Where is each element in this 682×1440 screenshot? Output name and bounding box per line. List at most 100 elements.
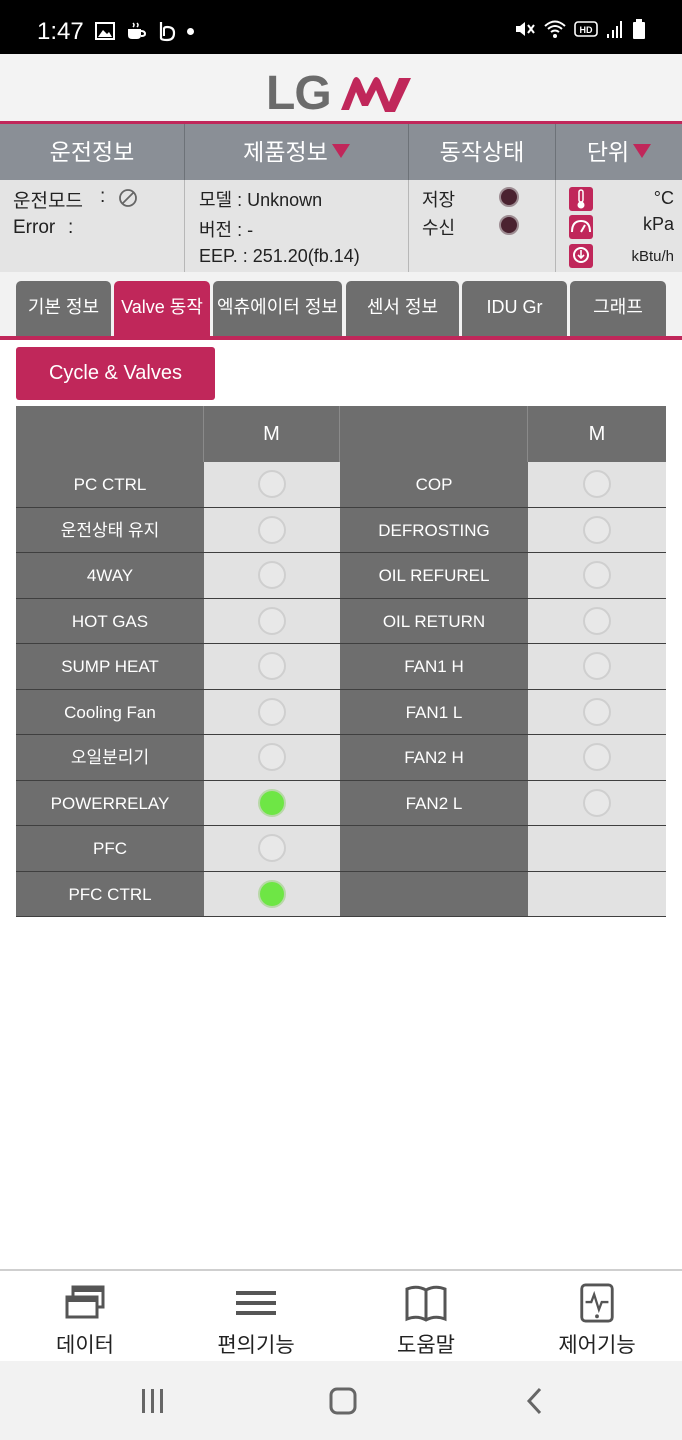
status-time: 1:47 bbox=[37, 18, 84, 45]
valve-status-cell bbox=[528, 462, 666, 507]
table-row: PC CTRL COP bbox=[16, 462, 666, 508]
battery-icon bbox=[633, 19, 645, 39]
tab-actuator-info[interactable]: 엑츄에이터 정보 bbox=[213, 281, 342, 336]
nav-convenience[interactable]: 편의기능 bbox=[196, 1283, 316, 1359]
status-bar: 1:47 HD bbox=[0, 0, 682, 54]
valve-status-cell bbox=[528, 644, 666, 689]
model-text: 모델 : Unknown bbox=[199, 190, 323, 210]
units-cell: °C kPa kBtu/h bbox=[556, 180, 682, 272]
tab-idu-group[interactable]: IDU Gr bbox=[462, 281, 567, 336]
table-row: 운전상태 유지 DEFROSTING bbox=[16, 507, 666, 553]
cycle-valves-button[interactable]: Cycle & Valves bbox=[16, 347, 215, 400]
valve-label-cell: COP bbox=[340, 462, 528, 507]
system-navigation-bar bbox=[0, 1361, 682, 1440]
table-row: HOT GAS OIL RETURN bbox=[16, 598, 666, 644]
valve-led-off bbox=[258, 515, 286, 544]
valve-label: FAN2 L bbox=[405, 793, 463, 813]
eep-text: EEP. : 251.20(fb.14) bbox=[199, 246, 360, 266]
valve-label-cell: HOT GAS bbox=[16, 598, 204, 643]
nav-data[interactable]: 데이터 bbox=[25, 1283, 145, 1359]
capacity-unit: kBtu/h bbox=[631, 248, 674, 265]
valve-status-cell bbox=[204, 644, 340, 689]
header-m-right: M bbox=[528, 406, 666, 462]
header-m-left: M bbox=[204, 406, 340, 462]
coffee-icon bbox=[128, 22, 147, 39]
valve-status-cell bbox=[528, 507, 666, 552]
valve-label-cell: 오일분리기 bbox=[16, 735, 204, 780]
operation-mode-separator: : bbox=[100, 186, 106, 207]
b-app-icon bbox=[159, 22, 176, 42]
valve-label: FAN2 H bbox=[404, 748, 464, 767]
recent-apps-icon[interactable] bbox=[138, 1386, 168, 1416]
nav-help[interactable]: 도움말 bbox=[366, 1283, 486, 1359]
tab-basic-info[interactable]: 기본 정보 bbox=[16, 281, 111, 336]
back-icon[interactable] bbox=[520, 1386, 550, 1416]
valve-led-off bbox=[583, 652, 611, 681]
table-row: PFC bbox=[16, 826, 666, 872]
svg-text:HD: HD bbox=[580, 25, 593, 35]
home-icon[interactable] bbox=[328, 1386, 358, 1416]
valve-label: HOT GAS bbox=[71, 611, 149, 631]
valve-label-cell: FAN2 H bbox=[340, 735, 528, 780]
valve-label: PFC CTRL bbox=[68, 884, 152, 904]
capacity-icon bbox=[569, 244, 593, 268]
valve-status-cell bbox=[204, 780, 340, 825]
save-status-label: 저장 bbox=[422, 190, 456, 210]
signal-icon bbox=[607, 21, 622, 38]
valve-label: PFC bbox=[93, 839, 127, 858]
valve-led-off bbox=[583, 470, 611, 499]
temperature-unit: °C bbox=[653, 188, 674, 208]
valve-label-cell: Cooling Fan bbox=[16, 689, 204, 734]
header-units[interactable]: 단위 bbox=[556, 124, 682, 180]
valve-label-cell: FAN2 L bbox=[340, 780, 528, 825]
valve-status-cell bbox=[204, 871, 340, 916]
mute-icon bbox=[516, 22, 535, 36]
tab-sensor-info[interactable]: 센서 정보 bbox=[346, 281, 459, 336]
valve-label-cell: 운전상태 유지 bbox=[16, 507, 204, 552]
menu-icon bbox=[236, 1291, 276, 1315]
valve-label: POWERRELAY bbox=[50, 793, 170, 813]
table-row: 4WAY OIL REFUREL bbox=[16, 553, 666, 599]
operation-mode-label: 운전모드 bbox=[13, 191, 83, 212]
header-blank-right bbox=[340, 406, 528, 462]
tab-graph[interactable]: 그래프 bbox=[570, 281, 666, 336]
valve-label-cell: FAN1 H bbox=[340, 644, 528, 689]
table-row: Cooling Fan FAN1 L bbox=[16, 689, 666, 735]
logo-mv-mark bbox=[340, 76, 411, 112]
valve-status-cell bbox=[204, 689, 340, 734]
lg-mv-logo: LG bbox=[266, 66, 417, 121]
valve-label-cell bbox=[340, 826, 528, 871]
valve-label: 오일분리기 bbox=[70, 748, 150, 767]
nav-control-label: 제어기능 bbox=[558, 1334, 636, 1357]
valve-label: FAN1 H bbox=[404, 657, 464, 676]
error-separator: : bbox=[68, 217, 74, 238]
valve-label-cell: OIL REFUREL bbox=[340, 553, 528, 598]
header-product-info[interactable]: 제품정보 bbox=[185, 124, 409, 180]
valve-label: OIL REFUREL bbox=[378, 566, 490, 585]
thermometer-icon bbox=[569, 187, 593, 211]
valve-led-off bbox=[258, 743, 286, 772]
valve-label: Cooling Fan bbox=[64, 702, 156, 722]
wifi-icon bbox=[544, 20, 566, 38]
table-row: PFC CTRL bbox=[16, 871, 666, 917]
valve-label-cell: SUMP HEAT bbox=[16, 644, 204, 689]
valve-led-off bbox=[583, 697, 611, 726]
dropdown-triangle-icon bbox=[633, 144, 652, 158]
valve-led-off bbox=[258, 606, 286, 635]
valve-led-off bbox=[583, 515, 611, 544]
table-row: SUMP HEAT FAN1 H bbox=[16, 644, 666, 690]
gauge-icon bbox=[569, 215, 593, 239]
valve-led-off bbox=[258, 470, 286, 499]
valve-status-cell bbox=[528, 780, 666, 825]
receive-status-indicator bbox=[499, 215, 519, 235]
valve-led-off bbox=[583, 788, 611, 817]
valve-led-off bbox=[258, 652, 286, 681]
tab-valve-operation[interactable]: Valve 동작 bbox=[114, 281, 210, 336]
operation-status-cell: 저장 수신 bbox=[409, 180, 556, 272]
valve-label-cell: PFC bbox=[16, 826, 204, 871]
save-status-indicator bbox=[499, 187, 519, 207]
valve-status-cell bbox=[204, 735, 340, 780]
valve-status-cell bbox=[528, 871, 666, 916]
valve-label: FAN1 L bbox=[405, 702, 463, 722]
nav-control[interactable]: 제어기능 bbox=[537, 1283, 657, 1359]
